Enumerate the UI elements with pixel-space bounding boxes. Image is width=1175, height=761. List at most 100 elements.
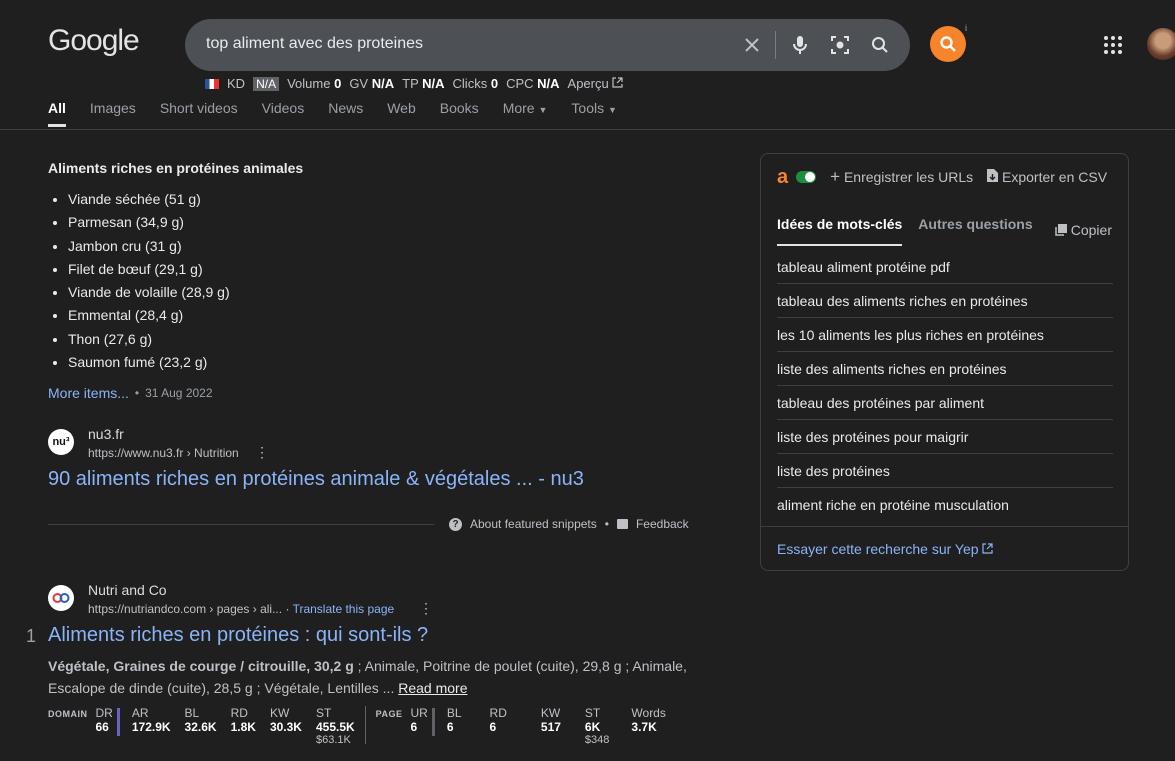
clear-icon[interactable] [740, 33, 764, 57]
translate-link[interactable]: Translate this page [293, 602, 395, 616]
keyword-idea-item[interactable]: liste des aliments riches en protéines [777, 352, 1113, 386]
feedback-link[interactable]: Feedback [636, 517, 689, 531]
site-name[interactable]: Nutri and Co [88, 582, 167, 598]
download-file-icon [987, 169, 999, 182]
nu3-favicon[interactable]: nu³ [48, 429, 74, 455]
ur-bar [431, 708, 435, 736]
keyword-idea-item[interactable]: aliment riche en protéine musculation [777, 488, 1113, 522]
tab-books[interactable]: Books [440, 100, 479, 116]
metric-value: 6 [489, 720, 497, 734]
metric-label: BL [446, 706, 462, 720]
domain-label: DOMAIN [48, 709, 88, 719]
lens-icon[interactable] [828, 33, 852, 57]
metric-label: Words [631, 706, 666, 720]
gv-value: N/A [371, 76, 395, 91]
caret-down-icon: ▼ [607, 105, 617, 115]
metric-label: RD [489, 706, 507, 720]
info-icon[interactable]: i [965, 23, 967, 33]
snippet-footer: ? About featured snippets • Feedback [449, 517, 689, 531]
google-logo[interactable]: Google [48, 24, 140, 58]
keyword-idea-item[interactable]: tableau des aliments riches en protéines [777, 284, 1113, 318]
panel-toggle[interactable] [796, 171, 817, 183]
keyword-ideas-list: tableau aliment protéine pdf tableau des… [777, 250, 1113, 522]
search-box[interactable]: top aliment avec des proteines [185, 19, 910, 71]
list-item: Thon (27,6 g) [68, 330, 230, 353]
clicks-label: Clicks [452, 76, 488, 91]
save-urls-button[interactable]: + Enregistrer les URLs [830, 167, 973, 186]
metric-value: 66 [95, 720, 109, 734]
tab-short-videos[interactable]: Short videos [160, 100, 238, 116]
more-options-icon[interactable]: ⋮ [419, 600, 433, 617]
search-icon[interactable] [868, 33, 892, 57]
metric-value: 30.3K [269, 720, 302, 734]
list-item: Emmental (28,4 g) [68, 306, 230, 329]
keyword-idea-item[interactable]: les 10 aliments les plus riches en proté… [777, 318, 1113, 352]
tab-tools[interactable]: Tools ▼ [571, 100, 617, 116]
avatar[interactable] [1147, 28, 1175, 60]
tab-other-questions[interactable]: Autres questions [918, 216, 1032, 232]
try-yep-link[interactable]: Essayer cette recherche sur Yep [777, 541, 994, 557]
more-items-link[interactable]: More items... [48, 385, 129, 401]
tab-videos[interactable]: Videos [262, 100, 305, 116]
list-item: Saumon fumé (23,2 g) [68, 353, 230, 376]
result-title[interactable]: Aliments riches en protéines : qui sont-… [48, 624, 428, 647]
volume-label: Volume [287, 76, 331, 91]
microphone-icon[interactable] [788, 33, 812, 57]
tab-news[interactable]: News [328, 100, 363, 116]
panel-tabs: Idées de mots-clés Autres questions [777, 216, 1033, 246]
metric-label: RD [230, 706, 248, 720]
keyword-idea-item[interactable]: liste des protéines [777, 454, 1113, 488]
preview-link[interactable]: Aperçu [568, 76, 624, 91]
search-input[interactable]: top aliment avec des proteines [206, 35, 423, 53]
read-more-link[interactable]: Read more [398, 680, 467, 696]
metric-value: 517 [540, 720, 561, 734]
metric-label: AR [131, 706, 149, 720]
kd-label: KD [227, 76, 246, 91]
keyword-idea-item[interactable]: tableau aliment protéine pdf [777, 250, 1113, 284]
result-description: Végétale, Graines de courge / citrouille… [48, 658, 687, 696]
kd-value: N/A [253, 76, 280, 91]
copy-icon [1055, 224, 1067, 236]
ahrefs-logo[interactable]: a [777, 167, 788, 187]
tab-images[interactable]: Images [90, 100, 136, 116]
nutriandco-favicon[interactable] [48, 585, 74, 611]
ahrefs-keyword-panel: a + Enregistrer les URLs Exporter en CSV… [760, 153, 1129, 571]
keyword-metrics-bar: KD N/A Volume 0 GV N/A TP N/A Clicks 0 C… [205, 76, 623, 91]
external-link-icon [982, 543, 994, 554]
snippet-result-title[interactable]: 90 aliments riches en protéines animale … [48, 468, 584, 491]
metric-value: 6 [410, 720, 418, 734]
ahrefs-search-button[interactable] [930, 26, 966, 62]
site-url[interactable]: https://nutriandco.com › pages › ali... … [88, 602, 394, 616]
snippet-heading: Aliments riches en protéines animales [48, 160, 304, 176]
caret-down-icon: ▼ [538, 105, 548, 115]
site-url[interactable]: https://www.nu3.fr › Nutrition [88, 446, 239, 460]
site-name[interactable]: nu3.fr [88, 426, 124, 442]
apps-grid-icon[interactable] [1104, 36, 1122, 54]
tab-web[interactable]: Web [387, 100, 416, 116]
tp-label: TP [402, 76, 419, 91]
metric-value: 6 [446, 720, 454, 734]
export-csv-button[interactable]: Exporter en CSV [987, 169, 1107, 185]
panel-divider [761, 526, 1128, 527]
list-item: Parmesan (34,9 g) [68, 213, 230, 236]
tab-keyword-ideas[interactable]: Idées de mots-clés [777, 216, 903, 246]
about-featured-snippets-link[interactable]: About featured snippets [470, 517, 597, 531]
metric-label: KW [269, 706, 290, 720]
metric-value: 1.8K [230, 720, 256, 734]
tab-more[interactable]: More ▼ [503, 100, 548, 116]
more-options-icon[interactable]: ⋮ [255, 444, 269, 461]
metric-value: 455.5K [315, 720, 355, 734]
keyword-idea-item[interactable]: tableau des protéines par aliment [777, 386, 1113, 420]
search-icon [940, 36, 956, 52]
gv-label: GV [349, 76, 369, 91]
plus-icon: + [830, 167, 841, 186]
more-items-row: More items... • 31 Aug 2022 [48, 385, 213, 401]
keyword-idea-item[interactable]: liste des protéines pour maigrir [777, 420, 1113, 454]
search-divider [775, 31, 776, 59]
metric-label: BL [184, 706, 200, 720]
copy-button[interactable]: Copier [1055, 222, 1112, 238]
cpc-value: N/A [537, 76, 560, 91]
tab-all[interactable]: All [48, 100, 66, 127]
metric-label: ST [584, 706, 601, 720]
external-link-icon [612, 77, 623, 88]
